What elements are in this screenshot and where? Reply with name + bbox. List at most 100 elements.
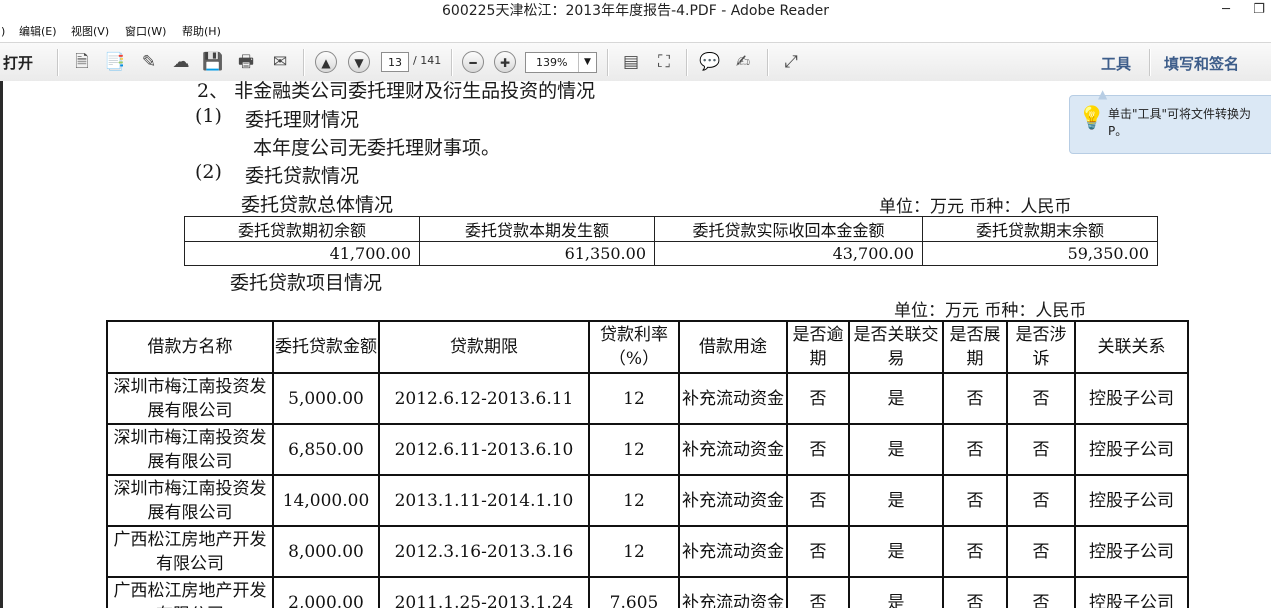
table-cell: 2013.1.11-2014.1.10 (378, 474, 590, 527)
table-cell: 43,700.00 (654, 241, 923, 266)
save-icon[interactable]: 💾 (201, 51, 225, 73)
table-cell: 否 (1006, 474, 1076, 527)
window-title: 600225天津松江：2013年年度报告-4.PDF - Adobe Reade… (442, 3, 829, 19)
table-cell: 控股子公司 (1074, 372, 1189, 425)
open-button[interactable]: 打开 (3, 52, 33, 73)
toolbar-divider (767, 49, 769, 76)
table-cell: 61,350.00 (419, 241, 655, 266)
table-header-cell: 是否关联交易 (848, 320, 944, 374)
table-cell: 否 (1006, 372, 1076, 425)
subsection-title: 委托贷款情况 (245, 165, 360, 187)
table-cell: 是 (848, 423, 944, 476)
summary-table: 委托贷款期初余额 委托贷款本期发生额 委托贷款实际收回本金金额 委托贷款期末余额… (184, 216, 1158, 266)
table-cell: 补充流动资金 (678, 525, 788, 578)
full-screen-icon[interactable]: ⤢ (779, 51, 803, 73)
menu-item-help[interactable]: 帮助(H) (182, 22, 221, 42)
table-cell: 广西松江房地产开发有限公司 (106, 525, 274, 578)
table-cell: 12 (588, 474, 680, 527)
table-cell: 2011.1.25-2013.1.24 (378, 576, 590, 608)
table-row: 深圳市梅江南投资发展有限公司 14,000.00 2013.1.11-2014.… (106, 474, 1189, 527)
toolbar: 打开 🗎 📑 ✎ ☁ 💾 🖶 ✉ ▲ ▼ 13 / 141 ━ ✚ 139% ▼… (0, 42, 1271, 83)
table-row: 41,700.00 61,350.00 43,700.00 59,350.00 (184, 241, 1158, 266)
table-cell: 控股子公司 (1074, 423, 1189, 476)
table-cell: 控股子公司 (1074, 576, 1189, 608)
table-cell: 否 (786, 474, 850, 527)
previous-page-button[interactable]: ▲ (315, 51, 337, 73)
cloud-upload-icon[interactable]: ☁ (169, 51, 193, 73)
zoom-select[interactable]: 139% ▼ (525, 52, 597, 73)
zoom-in-button[interactable]: ✚ (494, 51, 516, 73)
tools-tooltip: ▲ 💡 单击"工具"可将文件转换为 P。 (1069, 87, 1271, 154)
minimize-button[interactable]: ─ (1211, 0, 1241, 22)
table-row: 深圳市梅江南投资发展有限公司 6,850.00 2012.6.11-2013.6… (106, 423, 1189, 476)
table-header-cell: 贷款利率（%） (588, 320, 680, 374)
section-heading: 2、 非金融类公司委托理财及衍生品投资的情况 (197, 81, 596, 102)
highlight-icon[interactable]: ✍ (731, 51, 755, 73)
tooltip-text: 单击"工具"可将文件转换为 P。 (1108, 107, 1252, 138)
table-header-cell: 委托贷款本期发生额 (419, 216, 655, 242)
table-cell: 否 (942, 474, 1008, 527)
table-cell: 是 (848, 525, 944, 578)
menu-item-edit[interactable]: 编辑(E) (19, 22, 57, 42)
table-cell: 否 (786, 576, 850, 608)
table-cell: 控股子公司 (1074, 525, 1189, 578)
fit-page-icon[interactable]: ▤ (619, 51, 643, 73)
table-row: 广西松江房地产开发有限公司 2,000.00 2011.1.25-2013.1.… (106, 576, 1189, 608)
page-number-input[interactable]: 13 (381, 52, 409, 72)
menu-bar: ) 编辑(E) 视图(V) 窗口(W) 帮助(H) (0, 22, 1271, 42)
table-cell: 补充流动资金 (678, 576, 788, 608)
project-table: 借款方名称 委托贷款金额 贷款期限 贷款利率（%） 借款用途 是否逾期 是否关联… (106, 320, 1189, 608)
table-header-cell: 是否展期 (942, 320, 1008, 374)
paragraph-text: 本年度公司无委托理财事项。 (253, 137, 501, 159)
table-cell: 59,350.00 (922, 241, 1158, 266)
table-cell: 8,000.00 (272, 525, 380, 578)
menu-item-file[interactable]: ) (1, 22, 5, 42)
table-cell: 12 (588, 372, 680, 425)
toolbar-divider (451, 49, 453, 76)
comment-icon[interactable]: 💬 (698, 51, 722, 73)
table-cell: 否 (942, 423, 1008, 476)
table-cell: 否 (786, 372, 850, 425)
toolbar-divider (57, 49, 59, 76)
table-cell: 否 (1006, 423, 1076, 476)
table-cell: 12 (588, 525, 680, 578)
zoom-value: 139% (536, 56, 568, 69)
zoom-out-button[interactable]: ━ (462, 51, 484, 73)
table-cell: 广西松江房地产开发有限公司 (106, 576, 274, 608)
next-page-button[interactable]: ▼ (348, 51, 370, 73)
edit-document-icon[interactable]: ✎ (137, 51, 161, 73)
menu-item-view[interactable]: 视图(V) (71, 22, 109, 42)
email-icon[interactable]: ✉ (268, 51, 292, 73)
print-icon[interactable]: 🖶 (234, 51, 258, 73)
window-title-bar: 600225天津松江：2013年年度报告-4.PDF - Adobe Reade… (0, 0, 1271, 22)
table-cell: 控股子公司 (1074, 474, 1189, 527)
subsection-number: (1) (195, 105, 222, 127)
table-title: 委托贷款项目情况 (230, 272, 383, 294)
table-header-cell: 借款用途 (678, 320, 788, 374)
maximize-button[interactable]: ❐ (1244, 0, 1271, 22)
fit-width-icon[interactable]: ⛶ (652, 51, 676, 73)
table-cell: 是 (848, 576, 944, 608)
table-cell: 是 (848, 474, 944, 527)
combine-files-icon[interactable]: 📑 (103, 51, 127, 73)
lightbulb-icon: 💡 (1078, 106, 1106, 131)
table-cell: 14,000.00 (272, 474, 380, 527)
table-cell: 2012.6.12-2013.6.11 (378, 372, 590, 425)
document-view[interactable]: 2、 非金融类公司委托理财及衍生品投资的情况 (1) 委托理财情况 本年度公司无… (0, 81, 1271, 608)
toolbar-divider (686, 49, 688, 76)
unit-label: 单位：万元 币种：人民币 (879, 197, 1072, 217)
fill-sign-button[interactable]: 填写和签名 (1164, 53, 1239, 74)
table-cell: 否 (1006, 576, 1076, 608)
chevron-down-icon[interactable]: ▼ (578, 53, 596, 72)
table-cell: 否 (942, 576, 1008, 608)
menu-item-window[interactable]: 窗口(W) (125, 22, 166, 42)
toolbar-divider (303, 49, 305, 76)
table-cell: 深圳市梅江南投资发展有限公司 (106, 423, 274, 476)
table-cell: 是 (848, 372, 944, 425)
tools-button[interactable]: 工具 (1101, 53, 1131, 74)
table-header-cell: 贷款期限 (378, 320, 590, 374)
table-header-row: 委托贷款期初余额 委托贷款本期发生额 委托贷款实际收回本金金额 委托贷款期末余额 (184, 216, 1158, 242)
table-cell: 2012.6.11-2013.6.10 (378, 423, 590, 476)
create-pdf-icon[interactable]: 🗎 (70, 51, 94, 73)
table-header-cell: 是否涉诉 (1006, 320, 1076, 374)
